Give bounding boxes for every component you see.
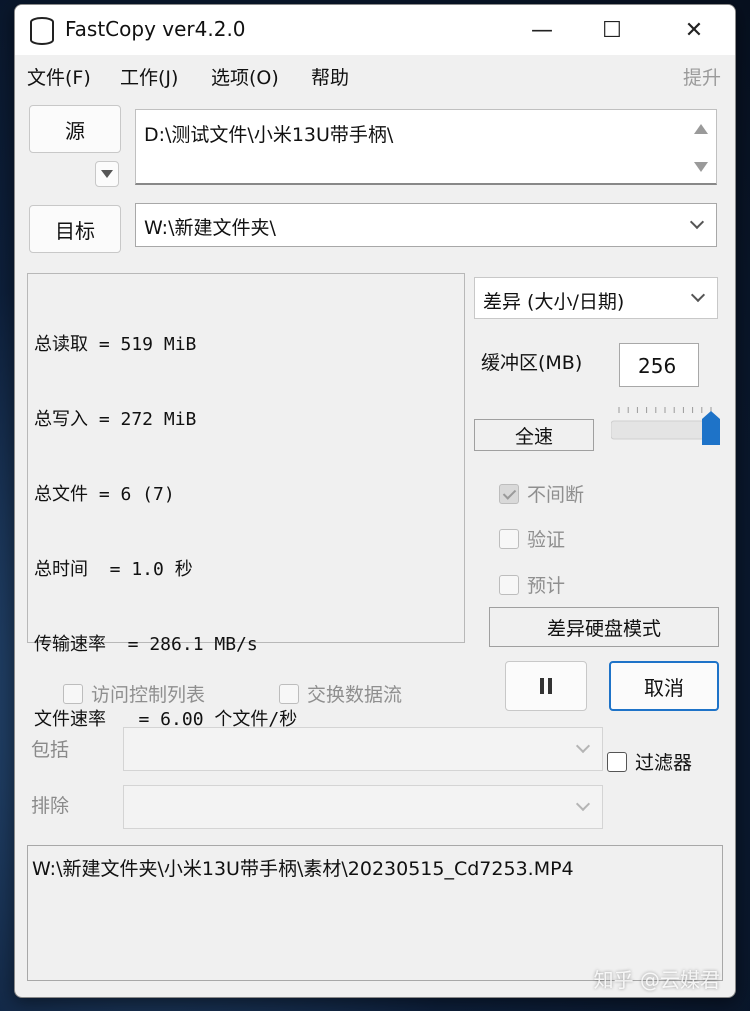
include-input[interactable] [123, 727, 603, 771]
speed-label: 全速 [514, 425, 553, 448]
window-title: FastCopy ver4.2.0 [65, 17, 246, 41]
nonstop-checkbox[interactable] [499, 483, 519, 504]
pause-icon [540, 678, 552, 694]
slider-thumb[interactable] [702, 411, 720, 445]
include-label: 包括 [31, 739, 70, 761]
acl-label: 访问控制列表 [91, 684, 206, 706]
buffer-size-value: 256 [638, 354, 677, 378]
stat-transfer-rate: 传输速率 = 286.1 MB/s [34, 634, 258, 655]
source-path-text: D:\测试文件\小米13U带手柄\ [144, 124, 394, 146]
diff-disk-mode-box[interactable]: 差异硬盘模式 [489, 607, 719, 647]
app-icon [30, 17, 54, 45]
verify-checkbox[interactable] [499, 528, 519, 549]
destination-path-text: W:\新建文件夹\ [144, 217, 276, 239]
source-path-field[interactable]: D:\测试文件\小米13U带手柄\ [135, 109, 717, 185]
speed-label-box: 全速 [474, 419, 594, 451]
filter-option[interactable]: 过滤器 [607, 748, 692, 775]
exclude-input[interactable] [123, 785, 603, 829]
current-file-path: W:\新建文件夹\小米13U带手柄\素材\20230515_Cd7253.MP4 [32, 858, 574, 880]
stat-total-files: 总文件 = 6 (7) [34, 484, 175, 505]
acl-checkbox[interactable] [63, 683, 83, 704]
diff-disk-mode-label: 差异硬盘模式 [546, 617, 661, 640]
menu-job[interactable]: 工作(J) [120, 63, 178, 90]
exclude-label: 排除 [31, 795, 70, 817]
close-button[interactable]: ✕ [672, 13, 716, 49]
source-history-dropdown[interactable] [95, 161, 119, 187]
pause-button[interactable] [505, 661, 587, 711]
estimate-checkbox[interactable] [499, 574, 519, 595]
source-button[interactable]: 源 [29, 105, 121, 153]
chevron-down-icon [690, 287, 706, 303]
chevron-down-icon [689, 214, 705, 230]
acl-option[interactable]: 访问控制列表 [63, 680, 205, 707]
menu-options[interactable]: 选项(O) [211, 63, 279, 90]
nonstop-option[interactable]: 不间断 [499, 480, 584, 507]
stat-total-read: 总读取 = 519 MiB [34, 334, 197, 355]
watermark: 知乎 @云媒君 [593, 968, 720, 992]
copy-mode-select[interactable]: 差异 (大小/日期) [474, 277, 718, 319]
streams-label: 交换数据流 [307, 684, 403, 706]
stats-panel: 总读取 = 519 MiB 总写入 = 272 MiB 总文件 = 6 (7) … [27, 273, 465, 730]
destination-path-select[interactable]: W:\新建文件夹\ [135, 203, 717, 247]
chevron-down-icon [575, 796, 591, 812]
estimate-label: 预计 [527, 575, 566, 597]
verify-label: 验证 [527, 529, 566, 551]
maximize-button[interactable]: ☐ [590, 13, 634, 49]
buffer-size-input[interactable]: 256 [619, 343, 699, 387]
stat-total-time: 总时间 = 1.0 秒 [34, 559, 193, 580]
filter-checkbox[interactable] [607, 751, 627, 772]
streams-option[interactable]: 交换数据流 [279, 680, 402, 707]
menu-file[interactable]: 文件(F) [27, 63, 91, 90]
fastcopy-window: FastCopy ver4.2.0 — ☐ ✕ 文件(F) 工作(J) 选项(O… [14, 4, 736, 998]
scroll-up-icon[interactable] [694, 124, 708, 134]
nonstop-label: 不间断 [527, 484, 585, 506]
verify-option[interactable]: 验证 [499, 525, 565, 552]
scroll-down-icon[interactable] [694, 162, 708, 172]
menu-help[interactable]: 帮助 [311, 63, 349, 90]
buffer-label: 缓冲区(MB) [481, 352, 583, 374]
stats-text: 总读取 = 519 MiB 总写入 = 272 MiB 总文件 = 6 (7) … [34, 282, 297, 782]
copy-mode-text: 差异 (大小/日期) [483, 291, 625, 313]
speed-slider[interactable] [611, 401, 723, 447]
title-bar: FastCopy ver4.2.0 — ☐ ✕ [15, 5, 735, 55]
streams-checkbox[interactable] [279, 683, 299, 704]
chevron-down-icon [575, 738, 591, 754]
slider-ticks [618, 407, 712, 413]
destination-button[interactable]: 目标 [29, 205, 121, 253]
menu-bar: 文件(F) 工作(J) 选项(O) 帮助 提升 [15, 57, 735, 93]
minimize-button[interactable]: — [520, 13, 564, 49]
triangle-down-icon [101, 170, 113, 178]
status-panel: W:\新建文件夹\小米13U带手柄\素材\20230515_Cd7253.MP4 [27, 845, 723, 981]
filter-label: 过滤器 [635, 752, 693, 774]
estimate-option[interactable]: 预计 [499, 571, 565, 598]
stat-total-write: 总写入 = 272 MiB [34, 409, 197, 430]
raise-button[interactable]: 提升 [683, 63, 721, 90]
cancel-button[interactable]: 取消 [609, 661, 719, 711]
